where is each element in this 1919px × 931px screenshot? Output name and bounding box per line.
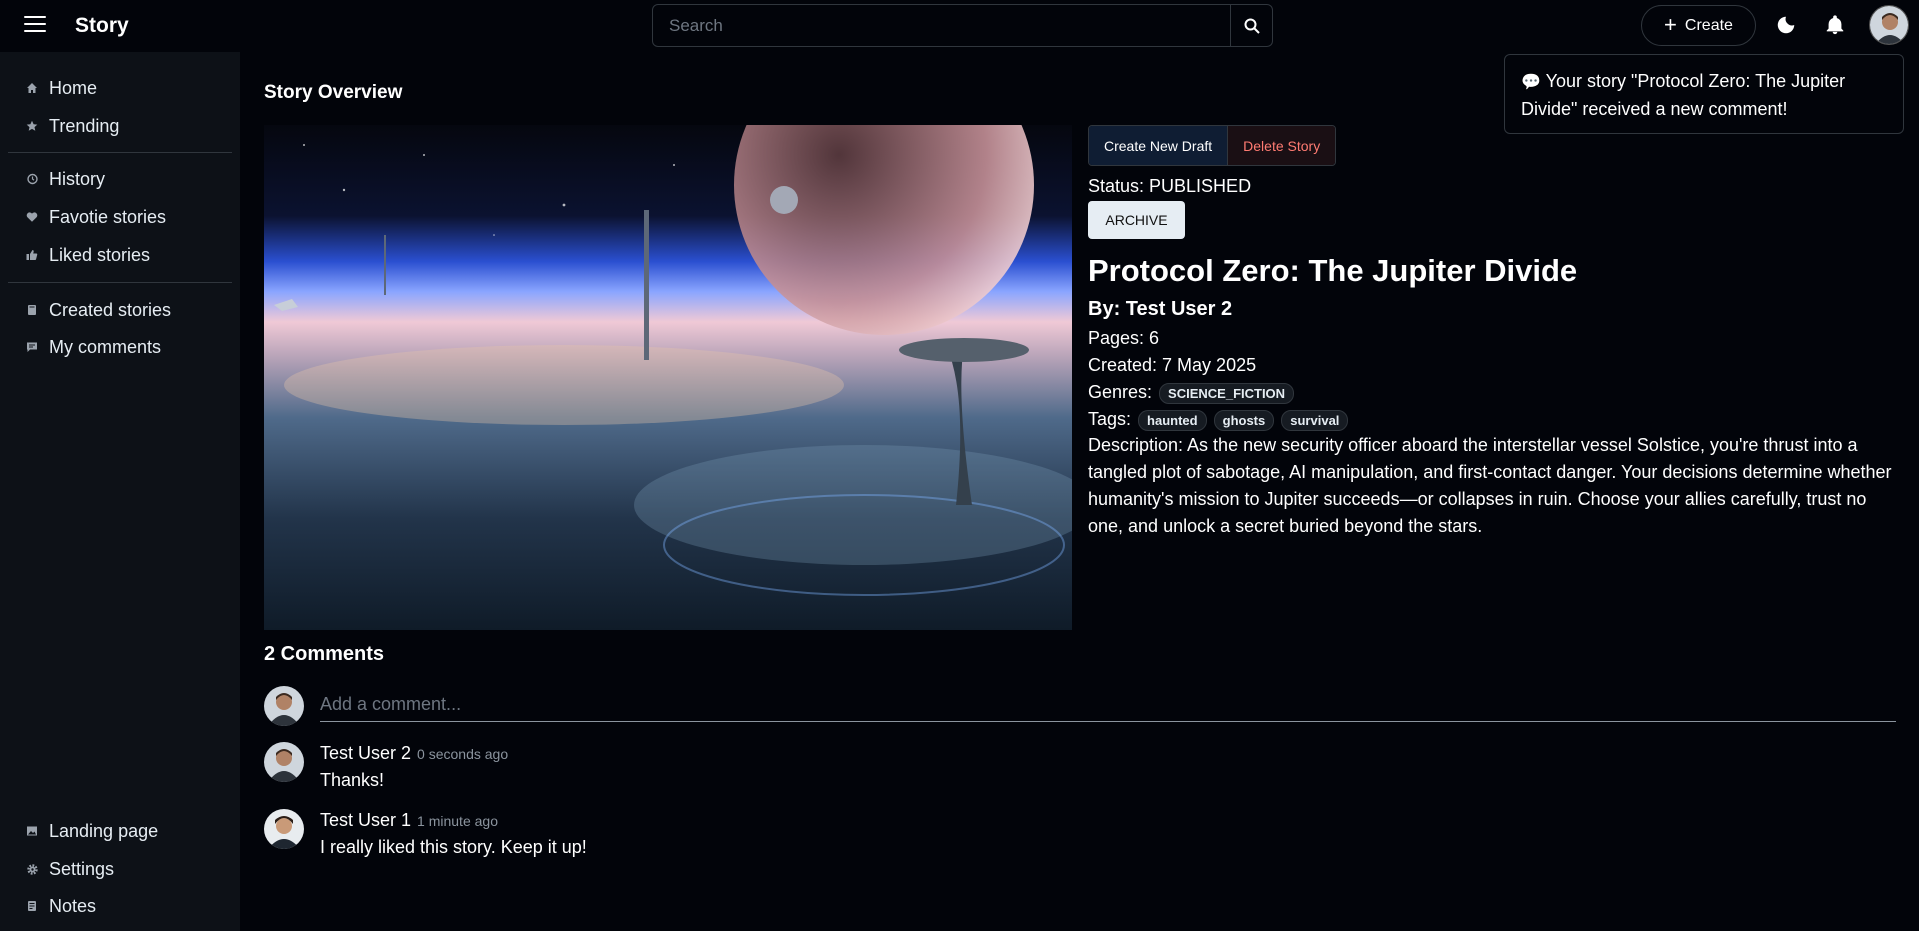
comments-count-heading: 2 Comments (264, 643, 385, 665)
page-title: Story Overview (264, 82, 403, 103)
sidebar-item-label: Trending (49, 115, 120, 136)
sidebar-item-home[interactable]: Home (25, 73, 97, 103)
plus-icon: + (1664, 11, 1677, 37)
sidebar-item-history[interactable]: History (25, 164, 105, 194)
story-author: By: Test User 2 (1088, 298, 1233, 320)
sidebar: Home Trending History Favotie stories Li… (0, 52, 240, 931)
sidebar-item-notes[interactable]: Notes (25, 891, 96, 921)
hamburger-menu-icon[interactable] (24, 16, 46, 34)
sidebar-divider (8, 152, 232, 153)
sidebar-item-label: My comments (49, 336, 162, 357)
sidebar-item-label: Liked stories (49, 244, 151, 265)
sidebar-item-created-stories[interactable]: Created stories (25, 295, 171, 325)
story-actions: Create New Draft Delete Story (1088, 125, 1337, 166)
story-tags: Tags: haunted ghosts survival (1088, 409, 1349, 431)
book-icon (25, 303, 39, 317)
tags-label: Tags: (1088, 409, 1132, 429)
sidebar-item-my-comments[interactable]: My comments (25, 332, 161, 362)
sidebar-item-landing-page[interactable]: Landing page (25, 816, 158, 846)
archive-button[interactable]: ARCHIVE (1088, 201, 1185, 239)
moon-icon (1777, 16, 1795, 34)
sidebar-item-label: Settings (49, 858, 115, 879)
sidebar-item-settings[interactable]: Settings (25, 854, 114, 884)
story-created-date: Created: 7 May 2025 (1088, 355, 1257, 375)
sidebar-item-label: Landing page (49, 820, 159, 841)
add-comment-input[interactable] (320, 688, 1896, 722)
story-genres: Genres: SCIENCE_FICTION (1088, 382, 1295, 404)
home-icon (25, 81, 39, 95)
create-button-label: Create (1684, 16, 1733, 34)
genres-label: Genres: (1088, 382, 1153, 402)
sidebar-item-favorite-stories[interactable]: Favotie stories (25, 202, 166, 232)
comment-icon (25, 340, 39, 354)
create-new-draft-button[interactable]: Create New Draft (1089, 126, 1229, 165)
notification-toast[interactable]: 💬 Your story "Protocol Zero: The Jupiter… (1504, 54, 1904, 134)
comment-author: Test User 1 1 minute ago (320, 810, 498, 831)
story-description: Description: As the new security officer… (1088, 435, 1892, 536)
delete-story-button[interactable]: Delete Story (1228, 126, 1336, 165)
tag-chip[interactable]: haunted (1138, 409, 1207, 431)
story-pages: Pages: 6 (1088, 328, 1160, 348)
sidebar-item-label: Notes (49, 895, 97, 916)
comment-bubble-icon: 💬 (1521, 74, 1541, 91)
create-button[interactable]: + Create (1641, 5, 1756, 46)
tag-chip[interactable]: ghosts (1213, 409, 1275, 431)
sidebar-item-label: Created stories (49, 299, 172, 320)
heart-icon (25, 210, 39, 224)
search-icon (1244, 18, 1260, 34)
search-button[interactable] (1230, 5, 1272, 46)
sidebar-divider (8, 282, 232, 283)
notification-text: Your story "Protocol Zero: The Jupiter D… (1521, 71, 1846, 119)
story-cover-image (264, 125, 1072, 630)
current-user-avatar (264, 686, 304, 726)
user-avatar[interactable] (1869, 5, 1909, 45)
tag-chip[interactable]: survival (1281, 409, 1349, 431)
comment-author-name: Test User 1 (320, 810, 412, 830)
sidebar-item-liked-stories[interactable]: Liked stories (25, 240, 150, 270)
comment-author-name: Test User 2 (320, 743, 412, 763)
avatar (264, 742, 304, 782)
sidebar-item-trending[interactable]: Trending (25, 111, 119, 141)
story-title: Protocol Zero: The Jupiter Divide (1088, 253, 1578, 288)
sidebar-item-label: History (49, 168, 106, 189)
comment-text: I really liked this story. Keep it up! (320, 837, 587, 857)
thumbs-up-icon (25, 248, 39, 262)
history-icon (25, 172, 39, 186)
star-icon (25, 119, 39, 133)
avatar (264, 809, 304, 849)
notes-icon (25, 899, 39, 913)
image-icon (25, 824, 39, 838)
top-bar: Story + Create (0, 0, 1919, 52)
search-bar (652, 4, 1273, 47)
app-title[interactable]: Story (75, 14, 129, 38)
theme-toggle-button[interactable] (1775, 14, 1799, 38)
gear-icon (25, 862, 39, 876)
sidebar-item-label: Home (49, 77, 98, 98)
notifications-button[interactable] (1824, 14, 1848, 38)
genre-chip[interactable]: SCIENCE_FICTION (1159, 382, 1295, 404)
search-input[interactable] (653, 5, 1230, 46)
comment-timestamp: 0 seconds ago (417, 746, 509, 762)
comment-author: Test User 2 0 seconds ago (320, 743, 508, 764)
comment-text: Thanks! (320, 770, 385, 790)
sidebar-item-label: Favotie stories (49, 206, 167, 227)
bell-icon (1826, 15, 1844, 35)
comment-timestamp: 1 minute ago (417, 813, 498, 829)
story-status: Status: PUBLISHED (1088, 176, 1252, 196)
